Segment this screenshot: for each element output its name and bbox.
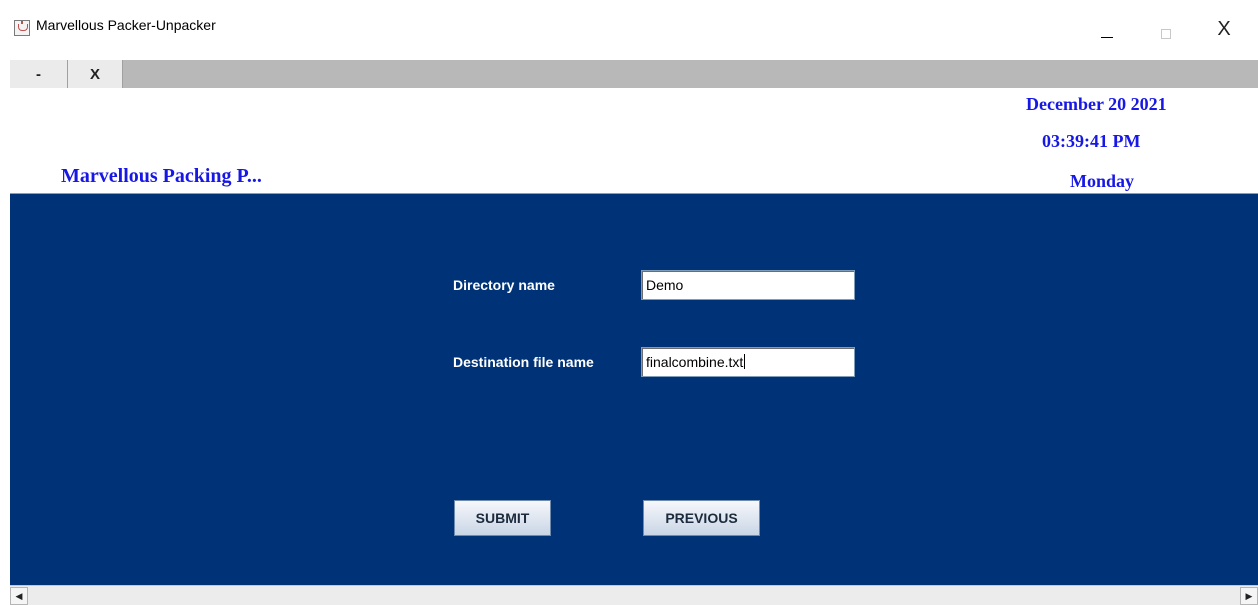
internal-frame-bar: - X	[10, 60, 1258, 88]
title-bar[interactable]: Marvellous Packer-Unpacker X	[0, 0, 1258, 60]
horizontal-scrollbar[interactable]: ◀ ▶	[10, 585, 1258, 605]
submit-button[interactable]: SUBMIT	[454, 500, 551, 536]
maximize-button[interactable]	[1145, 8, 1189, 48]
scroll-right-arrow-icon[interactable]: ▶	[1240, 587, 1258, 605]
destination-file-value: finalcombine.txt	[646, 354, 744, 370]
directory-name-value: Demo	[646, 277, 684, 293]
close-button[interactable]: X	[1202, 0, 1246, 58]
java-coffee-icon	[14, 20, 30, 36]
directory-name-input[interactable]: Demo	[641, 270, 855, 300]
header-panel: December 20 2021 03:39:41 PM Marvellous …	[10, 88, 1258, 194]
previous-button[interactable]: PREVIOUS	[643, 500, 760, 536]
header-date: December 20 2021	[1026, 94, 1167, 114]
internal-minimize-button[interactable]: -	[10, 60, 68, 88]
window-title: Marvellous Packer-Unpacker	[36, 17, 216, 33]
text-caret	[744, 354, 746, 369]
directory-name-label: Directory name	[453, 277, 555, 293]
internal-close-button[interactable]: X	[68, 60, 123, 88]
app-window: Marvellous Packer-Unpacker X - X Decembe…	[0, 0, 1258, 605]
page-title: Marvellous Packing P...	[61, 165, 262, 187]
destination-file-label: Destination file name	[453, 354, 594, 370]
header-weekday: Monday	[1070, 171, 1135, 191]
minimize-button[interactable]	[1085, 8, 1129, 48]
scroll-left-arrow-icon[interactable]: ◀	[10, 587, 28, 605]
header-clock: 03:39:41 PM	[1042, 131, 1141, 151]
destination-file-input[interactable]: finalcombine.txt	[641, 347, 855, 377]
main-panel: Directory name Demo Destination file nam…	[10, 194, 1258, 585]
